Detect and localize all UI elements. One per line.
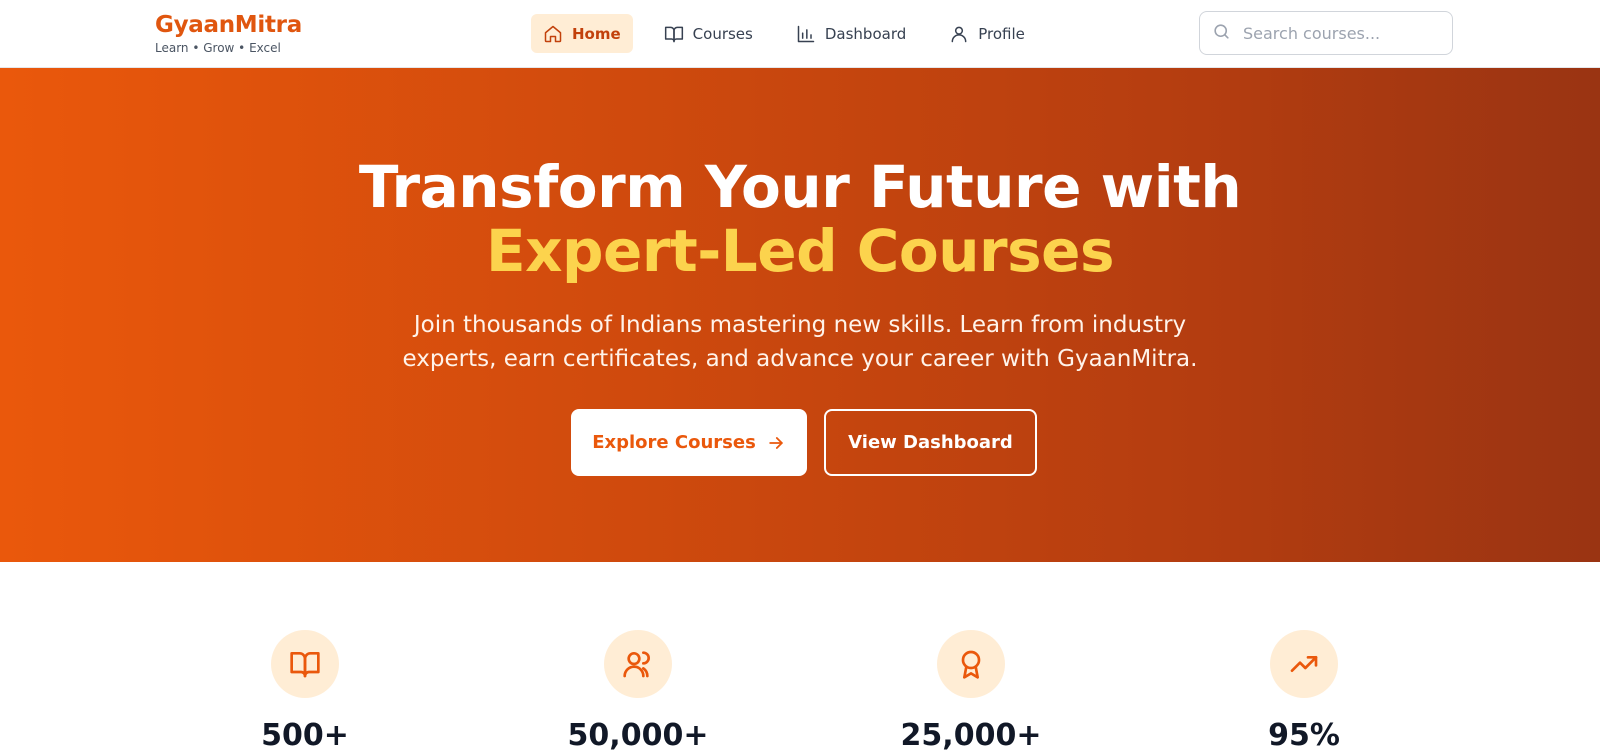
nav-item-home[interactable]: Home [531,14,633,53]
search-box [1199,11,1453,55]
stats-section: 500+ 50,000+ 25,000+ 95% [0,562,1600,753]
hero-title: Transform Your Future with [358,153,1242,221]
nav-item-courses[interactable]: Courses [652,14,765,53]
nav-item-label: Dashboard [824,24,907,43]
nav-item-label: Profile [978,24,1025,43]
explore-courses-label: Explore Courses [592,432,756,453]
nav-item-label: Home [572,24,621,43]
hero-title-highlight: Expert-Led Courses [486,217,1114,285]
stat-courses: 500+ [195,630,415,754]
brand-tagline: Learn • Grow • Excel [155,41,281,55]
bar-chart-icon [796,24,816,44]
book-open-icon [271,630,339,698]
hero-subtitle: Join thousands of Indians mastering new … [402,312,1198,372]
home-icon [543,24,563,44]
book-icon [664,24,684,44]
search-icon [1212,22,1231,45]
stat-learners: 50,000+ [528,630,748,754]
view-dashboard-button[interactable]: View Dashboard [824,409,1037,476]
user-icon [949,24,969,44]
brand-name: GyaanMitra [155,12,302,38]
users-icon [604,630,672,698]
award-icon [937,630,1005,698]
search-input[interactable] [1243,23,1443,43]
trending-up-icon [1270,630,1338,698]
stat-certificates: 25,000+ [861,630,1081,754]
explore-courses-button[interactable]: Explore Courses [571,409,807,476]
nav-item-profile[interactable]: Profile [937,14,1037,53]
top-navbar: GyaanMitra Learn • Grow • Excel Home Cou… [0,0,1600,68]
arrow-right-icon [766,433,786,453]
main-nav: Home Courses Dashboard Profile [531,14,1056,53]
brand-logo[interactable]: GyaanMitra Learn • Grow • Excel [155,12,302,56]
stat-success-rate: 95% [1194,630,1414,754]
hero-section: Transform Your Future with Expert-Led Co… [0,68,1600,562]
nav-item-dashboard[interactable]: Dashboard [784,14,918,53]
view-dashboard-label: View Dashboard [848,432,1013,453]
nav-item-label: Courses [692,24,753,43]
